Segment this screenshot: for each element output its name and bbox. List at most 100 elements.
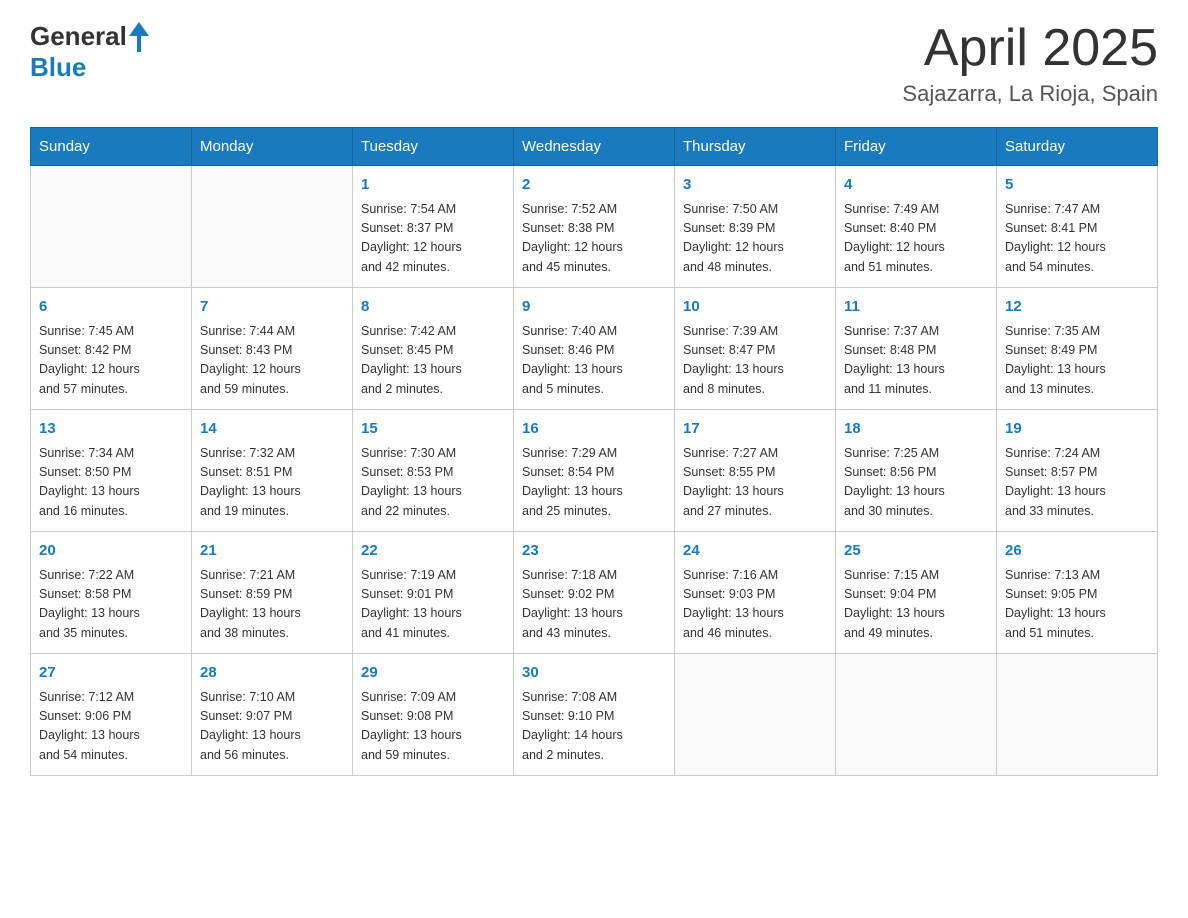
calendar-cell — [997, 654, 1158, 776]
day-number: 18 — [844, 418, 988, 441]
day-number: 4 — [844, 174, 988, 197]
day-info: Sunrise: 7:21 AM Sunset: 8:59 PM Dayligh… — [200, 566, 344, 644]
day-number: 25 — [844, 540, 988, 563]
weekday-header-wednesday: Wednesday — [514, 128, 675, 166]
day-info: Sunrise: 7:39 AM Sunset: 8:47 PM Dayligh… — [683, 322, 827, 400]
day-number: 8 — [361, 296, 505, 319]
day-number: 7 — [200, 296, 344, 319]
calendar-cell: 9 Sunrise: 7:40 AM Sunset: 8:46 PM Daylig… — [514, 288, 675, 410]
calendar-cell: 28Sunrise: 7:10 AM Sunset: 9:07 PM Dayli… — [192, 654, 353, 776]
calendar-cell: 2 Sunrise: 7:52 AM Sunset: 8:38 PM Daylig… — [514, 166, 675, 288]
page-header: General Blue April 2025 Sajazarra, La Ri… — [30, 20, 1158, 107]
week-row-5: 27 Sunrise: 7:12 AM Sunset: 9:06 PM Dayli… — [31, 654, 1158, 776]
calendar-cell: 22Sunrise: 7:19 AM Sunset: 9:01 PM Dayli… — [353, 532, 514, 654]
day-info: Sunrise: 7:09 AM Sunset: 9:08 PM Dayligh… — [361, 688, 505, 766]
logo-text-main: General — [30, 21, 127, 52]
day-info: Sunrise: 7:34 AM Sunset: 8:50 PM Dayligh… — [39, 444, 183, 522]
day-info: Sunrise: 7:08 AM Sunset: 9:10 PM Dayligh… — [522, 688, 666, 766]
calendar-cell: 18 Sunrise: 7:25 AM Sunset: 8:56 PM Dayli… — [836, 410, 997, 532]
weekday-header-row: SundayMondayTuesdayWednesdayThursdayFrid… — [31, 128, 1158, 166]
day-info: Sunrise: 7:12 AM Sunset: 9:06 PM Dayligh… — [39, 688, 183, 766]
calendar-cell — [675, 654, 836, 776]
day-info: Sunrise: 7:45 AM Sunset: 8:42 PM Dayligh… — [39, 322, 183, 400]
day-number: 6 — [39, 296, 183, 319]
calendar-cell — [31, 166, 192, 288]
calendar-cell: 12 Sunrise: 7:35 AM Sunset: 8:49 PM Dayli… — [997, 288, 1158, 410]
day-info: Sunrise: 7:44 AM Sunset: 8:43 PM Dayligh… — [200, 322, 344, 400]
calendar-cell: 21Sunrise: 7:21 AM Sunset: 8:59 PM Dayli… — [192, 532, 353, 654]
day-number: 29 — [361, 662, 505, 685]
calendar-cell: 15Sunrise: 7:30 AM Sunset: 8:53 PM Dayli… — [353, 410, 514, 532]
calendar-cell — [836, 654, 997, 776]
day-info: Sunrise: 7:18 AM Sunset: 9:02 PM Dayligh… — [522, 566, 666, 644]
weekday-header-friday: Friday — [836, 128, 997, 166]
day-info: Sunrise: 7:10 AM Sunset: 9:07 PM Dayligh… — [200, 688, 344, 766]
week-row-4: 20Sunrise: 7:22 AM Sunset: 8:58 PM Dayli… — [31, 532, 1158, 654]
day-info: Sunrise: 7:24 AM Sunset: 8:57 PM Dayligh… — [1005, 444, 1149, 522]
calendar-table: SundayMondayTuesdayWednesdayThursdayFrid… — [30, 127, 1158, 776]
calendar-cell: 4 Sunrise: 7:49 AM Sunset: 8:40 PM Daylig… — [836, 166, 997, 288]
calendar-cell: 6 Sunrise: 7:45 AM Sunset: 8:42 PM Daylig… — [31, 288, 192, 410]
day-info: Sunrise: 7:27 AM Sunset: 8:55 PM Dayligh… — [683, 444, 827, 522]
calendar-cell: 29 Sunrise: 7:09 AM Sunset: 9:08 PM Dayli… — [353, 654, 514, 776]
calendar-cell: 13 Sunrise: 7:34 AM Sunset: 8:50 PM Dayli… — [31, 410, 192, 532]
weekday-header-monday: Monday — [192, 128, 353, 166]
day-number: 24 — [683, 540, 827, 563]
day-info: Sunrise: 7:50 AM Sunset: 8:39 PM Dayligh… — [683, 200, 827, 278]
day-info: Sunrise: 7:52 AM Sunset: 8:38 PM Dayligh… — [522, 200, 666, 278]
calendar-cell: 14 Sunrise: 7:32 AM Sunset: 8:51 PM Dayli… — [192, 410, 353, 532]
day-info: Sunrise: 7:25 AM Sunset: 8:56 PM Dayligh… — [844, 444, 988, 522]
calendar-body: 1Sunrise: 7:54 AM Sunset: 8:37 PM Daylig… — [31, 166, 1158, 776]
day-number: 26 — [1005, 540, 1149, 563]
month-title: April 2025 — [902, 20, 1158, 77]
calendar-cell: 3 Sunrise: 7:50 AM Sunset: 8:39 PM Daylig… — [675, 166, 836, 288]
day-info: Sunrise: 7:35 AM Sunset: 8:49 PM Dayligh… — [1005, 322, 1149, 400]
week-row-1: 1Sunrise: 7:54 AM Sunset: 8:37 PM Daylig… — [31, 166, 1158, 288]
day-info: Sunrise: 7:16 AM Sunset: 9:03 PM Dayligh… — [683, 566, 827, 644]
day-info: Sunrise: 7:37 AM Sunset: 8:48 PM Dayligh… — [844, 322, 988, 400]
calendar-cell: 8Sunrise: 7:42 AM Sunset: 8:45 PM Daylig… — [353, 288, 514, 410]
day-number: 15 — [361, 418, 505, 441]
day-number: 20 — [39, 540, 183, 563]
weekday-header-saturday: Saturday — [997, 128, 1158, 166]
day-number: 2 — [522, 174, 666, 197]
calendar-cell: 25Sunrise: 7:15 AM Sunset: 9:04 PM Dayli… — [836, 532, 997, 654]
day-info: Sunrise: 7:32 AM Sunset: 8:51 PM Dayligh… — [200, 444, 344, 522]
day-number: 16 — [522, 418, 666, 441]
day-number: 5 — [1005, 174, 1149, 197]
day-number: 9 — [522, 296, 666, 319]
calendar-cell: 1Sunrise: 7:54 AM Sunset: 8:37 PM Daylig… — [353, 166, 514, 288]
day-number: 19 — [1005, 418, 1149, 441]
day-number: 12 — [1005, 296, 1149, 319]
calendar-cell: 30Sunrise: 7:08 AM Sunset: 9:10 PM Dayli… — [514, 654, 675, 776]
logo: General Blue — [30, 20, 149, 83]
day-number: 14 — [200, 418, 344, 441]
day-info: Sunrise: 7:47 AM Sunset: 8:41 PM Dayligh… — [1005, 200, 1149, 278]
day-number: 13 — [39, 418, 183, 441]
day-number: 10 — [683, 296, 827, 319]
calendar-cell: 10 Sunrise: 7:39 AM Sunset: 8:47 PM Dayli… — [675, 288, 836, 410]
day-info: Sunrise: 7:29 AM Sunset: 8:54 PM Dayligh… — [522, 444, 666, 522]
weekday-header-sunday: Sunday — [31, 128, 192, 166]
weekday-header-thursday: Thursday — [675, 128, 836, 166]
day-number: 23 — [522, 540, 666, 563]
logo-text-blue: Blue — [30, 52, 86, 83]
day-number: 3 — [683, 174, 827, 197]
day-number: 17 — [683, 418, 827, 441]
calendar-cell: 20Sunrise: 7:22 AM Sunset: 8:58 PM Dayli… — [31, 532, 192, 654]
day-number: 1 — [361, 174, 505, 197]
calendar-cell: 7 Sunrise: 7:44 AM Sunset: 8:43 PM Daylig… — [192, 288, 353, 410]
title-section: April 2025 Sajazarra, La Rioja, Spain — [902, 20, 1158, 107]
calendar-cell: 26Sunrise: 7:13 AM Sunset: 9:05 PM Dayli… — [997, 532, 1158, 654]
calendar-cell: 19 Sunrise: 7:24 AM Sunset: 8:57 PM Dayli… — [997, 410, 1158, 532]
calendar-cell: 27 Sunrise: 7:12 AM Sunset: 9:06 PM Dayli… — [31, 654, 192, 776]
calendar-cell: 24 Sunrise: 7:16 AM Sunset: 9:03 PM Dayli… — [675, 532, 836, 654]
day-number: 11 — [844, 296, 988, 319]
day-number: 27 — [39, 662, 183, 685]
calendar-cell: 17 Sunrise: 7:27 AM Sunset: 8:55 PM Dayli… — [675, 410, 836, 532]
day-info: Sunrise: 7:40 AM Sunset: 8:46 PM Dayligh… — [522, 322, 666, 400]
weekday-header-tuesday: Tuesday — [353, 128, 514, 166]
calendar-cell: 11 Sunrise: 7:37 AM Sunset: 8:48 PM Dayli… — [836, 288, 997, 410]
calendar-cell: 16 Sunrise: 7:29 AM Sunset: 8:54 PM Dayli… — [514, 410, 675, 532]
day-info: Sunrise: 7:49 AM Sunset: 8:40 PM Dayligh… — [844, 200, 988, 278]
